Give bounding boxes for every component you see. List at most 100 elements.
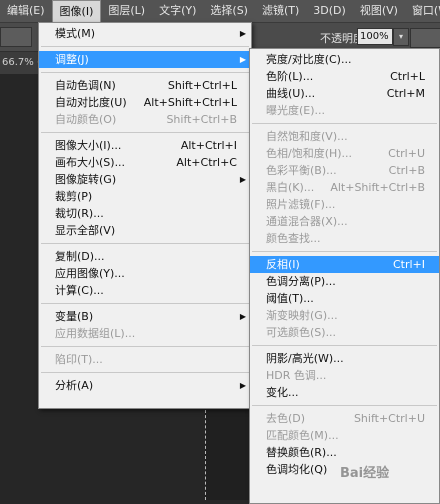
menu-item-label: 色阶(L)...	[266, 70, 314, 83]
menu-item-label: 自动对比度(U)	[55, 96, 127, 109]
menu-separator	[252, 405, 437, 406]
menu-item[interactable]: 模式(M) ▶	[39, 25, 251, 42]
menu-item[interactable]: 裁剪(P)	[39, 188, 251, 205]
menu-item-label: 应用图像(Y)...	[55, 267, 125, 280]
tool-preset-dropdown[interactable]	[0, 27, 32, 47]
menu-item-shortcut: Alt+Shift+Ctrl+L	[143, 96, 237, 109]
menu-item: 自动颜色(O) Shift+Ctrl+B	[39, 111, 251, 128]
menu-item-label: 阈值(T)...	[266, 292, 314, 305]
menu-item[interactable]: 复制(D)...	[39, 248, 251, 265]
menubar-item[interactable]: 图层(L)	[101, 0, 152, 22]
menu-item-label: 应用数据组(L)...	[55, 327, 136, 340]
menu-item[interactable]: 阈值(T)...	[250, 290, 439, 307]
menu-item-label: 可选颜色(S)...	[266, 326, 337, 339]
menu-item: 照片滤镜(F)...	[250, 196, 439, 213]
menu-separator	[41, 243, 249, 244]
menubar-item[interactable]: 窗口(W	[405, 0, 440, 22]
menu-item[interactable]: 色调分离(P)...	[250, 273, 439, 290]
menu-item[interactable]: 显示全部(V)	[39, 222, 251, 239]
menubar-item[interactable]: 编辑(E)	[0, 0, 52, 22]
menu-item-label: 色调均化(Q)	[266, 463, 328, 476]
image-menu: 模式(M) ▶ 调整(J) ▶ 自动色调(N) Shift+Ctrl+L 自动对比度(U) A…	[38, 22, 252, 409]
menu-item-label: 变量(B)	[55, 310, 94, 323]
menu-item[interactable]: 变化...	[250, 384, 439, 401]
menu-item-shortcut: Alt+Ctrl+C	[176, 156, 237, 169]
menu-item: 匹配颜色(M)...	[250, 427, 439, 444]
menu-item[interactable]: 反相(I) Ctrl+I	[250, 256, 439, 273]
menu-item[interactable]: 变量(B) ▶	[39, 308, 251, 325]
menu-item-label: 模式(M)	[55, 27, 96, 40]
menu-item-label: 颜色查找...	[266, 232, 321, 245]
menu-item[interactable]: 曲线(U)... Ctrl+M	[250, 85, 439, 102]
watermark-logo: Bai经验	[340, 466, 390, 481]
submenu-arrow-icon: ▶	[239, 381, 246, 390]
menu-item[interactable]: 应用图像(Y)...	[39, 265, 251, 282]
menu-item[interactable]: 阴影/高光(W)...	[250, 350, 439, 367]
menu-bar: 编辑(E) 图像(I) 图层(L) 文字(Y) 选择(S) 滤镜(T) 3D(D) 视图(V)…	[0, 0, 440, 23]
menu-item[interactable]: 自动色调(N) Shift+Ctrl+L	[39, 77, 251, 94]
menu-item[interactable]: 色阶(L)... Ctrl+L	[250, 68, 439, 85]
menu-item-label: 反相(I)	[266, 258, 300, 271]
menu-item: 曝光度(E)...	[250, 102, 439, 119]
opacity-input[interactable]: 100%	[357, 28, 393, 45]
menu-item-label: 自动颜色(O)	[55, 113, 117, 126]
menu-item[interactable]: 替换颜色(R)...	[250, 444, 439, 461]
menu-item[interactable]: 分析(A) ▶	[39, 377, 251, 394]
menubar-item[interactable]: 选择(S)	[203, 0, 255, 22]
menu-item-shortcut: Ctrl+U	[388, 147, 425, 160]
menu-item-label: 图像大小(I)...	[55, 139, 122, 152]
menu-item[interactable]: 图像旋转(G) ▶	[39, 171, 251, 188]
menu-separator	[41, 303, 249, 304]
document-tab[interactable]: 66.7% (图	[0, 52, 40, 74]
submenu-arrow-icon: ▶	[239, 55, 246, 64]
menu-separator	[41, 346, 249, 347]
menu-item: 色相/饱和度(H)... Ctrl+U	[250, 145, 439, 162]
menu-item-label: 色彩平衡(B)...	[266, 164, 337, 177]
menu-item-label: 调整(J)	[55, 53, 89, 66]
menu-item-label: 复制(D)...	[55, 250, 105, 263]
menu-item-label: 裁切(R)...	[55, 207, 104, 220]
menu-separator	[252, 123, 437, 124]
menu-item-label: 曲线(U)...	[266, 87, 316, 100]
options-extra-control[interactable]	[410, 28, 440, 48]
menu-item-label: 显示全部(V)	[55, 224, 116, 237]
menu-item-label: 亮度/对比度(C)...	[266, 53, 352, 66]
menu-item-label: 自然饱和度(V)...	[266, 130, 348, 143]
menu-item-label: 陷印(T)...	[55, 353, 103, 366]
menu-item-label: 计算(C)...	[55, 284, 104, 297]
menu-item-label: 分析(A)	[55, 379, 94, 392]
menu-item-shortcut: Shift+Ctrl+L	[167, 79, 237, 92]
menu-item-shortcut: Shift+Ctrl+B	[166, 113, 237, 126]
menubar-item[interactable]: 3D(D)	[306, 0, 353, 22]
menu-item[interactable]: 裁切(R)...	[39, 205, 251, 222]
menu-separator	[252, 345, 437, 346]
menu-item-shortcut: Ctrl+L	[390, 70, 425, 83]
menu-item-label: 去色(D)	[266, 412, 306, 425]
opacity-dropdown-arrow[interactable]: ▾	[393, 28, 409, 46]
menubar-item[interactable]: 视图(V)	[353, 0, 405, 22]
menu-item-shortcut: Alt+Shift+Ctrl+B	[330, 181, 425, 194]
menu-item[interactable]: 自动对比度(U) Alt+Shift+Ctrl+L	[39, 94, 251, 111]
menu-item[interactable]: 调整(J) ▶	[39, 51, 251, 68]
menu-item: 可选颜色(S)...	[250, 324, 439, 341]
menu-item-label: 图像旋转(G)	[55, 173, 117, 186]
menu-item-shortcut: Shift+Ctrl+U	[353, 412, 425, 425]
menu-item-label: 自动色调(N)	[55, 79, 116, 92]
menubar-item[interactable]: 图像(I)	[51, 0, 102, 22]
menu-item-shortcut: Ctrl+B	[388, 164, 425, 177]
menu-item[interactable]: 计算(C)...	[39, 282, 251, 299]
menu-item-label: 色调分离(P)...	[266, 275, 336, 288]
menu-item: 陷印(T)...	[39, 351, 251, 368]
menu-item-label: 照片滤镜(F)...	[266, 198, 336, 211]
menu-item[interactable]: 图像大小(I)... Alt+Ctrl+I	[39, 137, 251, 154]
submenu-arrow-icon: ▶	[239, 29, 246, 38]
menu-item: 应用数据组(L)...	[39, 325, 251, 342]
menu-item: 自然饱和度(V)...	[250, 128, 439, 145]
submenu-arrow-icon: ▶	[239, 312, 246, 321]
menu-item[interactable]: 画布大小(S)... Alt+Ctrl+C	[39, 154, 251, 171]
menu-item-label: 渐变映射(G)...	[266, 309, 338, 322]
menubar-item[interactable]: 文字(Y)	[152, 0, 203, 22]
menu-item[interactable]: 亮度/对比度(C)...	[250, 51, 439, 68]
menubar-item[interactable]: 滤镜(T)	[255, 0, 306, 22]
menu-item-label: 画布大小(S)...	[55, 156, 126, 169]
